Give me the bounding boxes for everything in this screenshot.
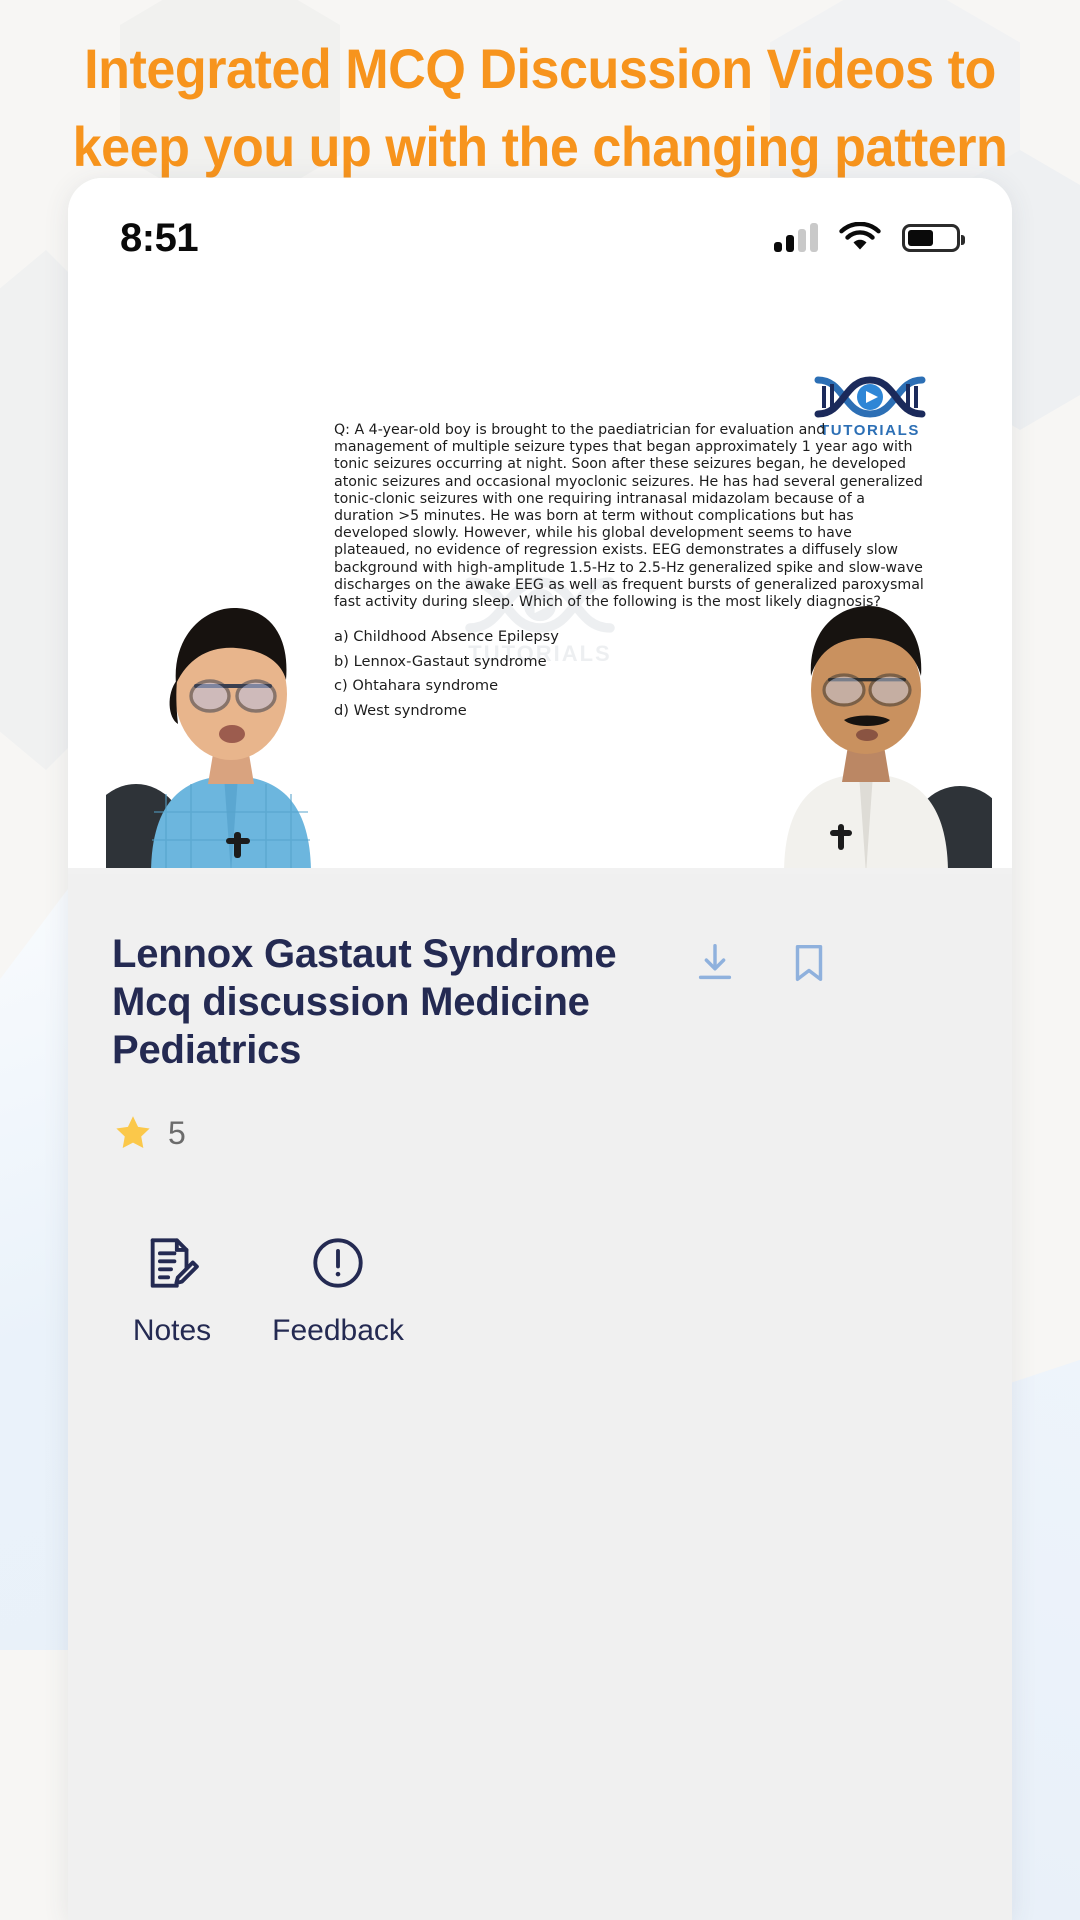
notes-icon — [150, 1238, 199, 1288]
download-icon[interactable] — [692, 940, 738, 986]
status-bar: 8:51 — [68, 178, 1012, 274]
speaker-right — [784, 606, 992, 874]
star-icon — [116, 1116, 150, 1149]
headline-line-2: keep you up with the changing pattern — [72, 115, 1008, 178]
speaker-left — [106, 608, 311, 874]
dna-play-logo-icon — [814, 376, 926, 418]
feedback-icon — [313, 1238, 363, 1288]
status-icon-group — [774, 222, 965, 254]
video-title: Lennox Gastaut Syndrome Mcq discussion M… — [112, 932, 617, 1072]
rating-value: 5 — [168, 1114, 186, 1151]
notes-label: Notes — [132, 1314, 212, 1347]
feedback-button[interactable]: Feedback — [272, 1234, 404, 1348]
feedback-label: Feedback — [272, 1314, 404, 1347]
phone-mockup: 8:51 TUTORIALS TUTORIALS Q: A 4-year-old… — [68, 178, 1012, 1920]
video-player[interactable]: TUTORIALS TUTORIALS Q: A 4-year-old boy … — [68, 274, 1012, 874]
battery-icon — [902, 224, 965, 252]
status-time: 8:51 — [120, 215, 199, 260]
bookmark-icon[interactable] — [786, 940, 832, 986]
title-row: Lennox Gastaut Syndrome Mcq discussion M… — [112, 930, 968, 1074]
promo-screenshot: Integrated MCQ Discussion Videos to keep… — [0, 0, 1080, 1920]
video-details-panel: Lennox Gastaut Syndrome Mcq discussion M… — [68, 874, 1012, 1920]
cellular-signal-icon — [774, 223, 818, 252]
wifi-icon — [839, 222, 881, 250]
mcq-slide: TUTORIALS TUTORIALS Q: A 4-year-old boy … — [68, 274, 1012, 874]
player-bottom-strip — [68, 868, 1012, 874]
rating-row: 5 — [112, 1112, 968, 1154]
headline-line-1: Integrated MCQ Discussion Videos to — [84, 37, 996, 100]
action-button-row: Notes Feedback — [112, 1234, 968, 1348]
promo-headline: Integrated MCQ Discussion Videos to keep… — [0, 30, 1080, 186]
notes-button[interactable]: Notes — [112, 1234, 232, 1348]
title-action-group — [692, 930, 832, 986]
